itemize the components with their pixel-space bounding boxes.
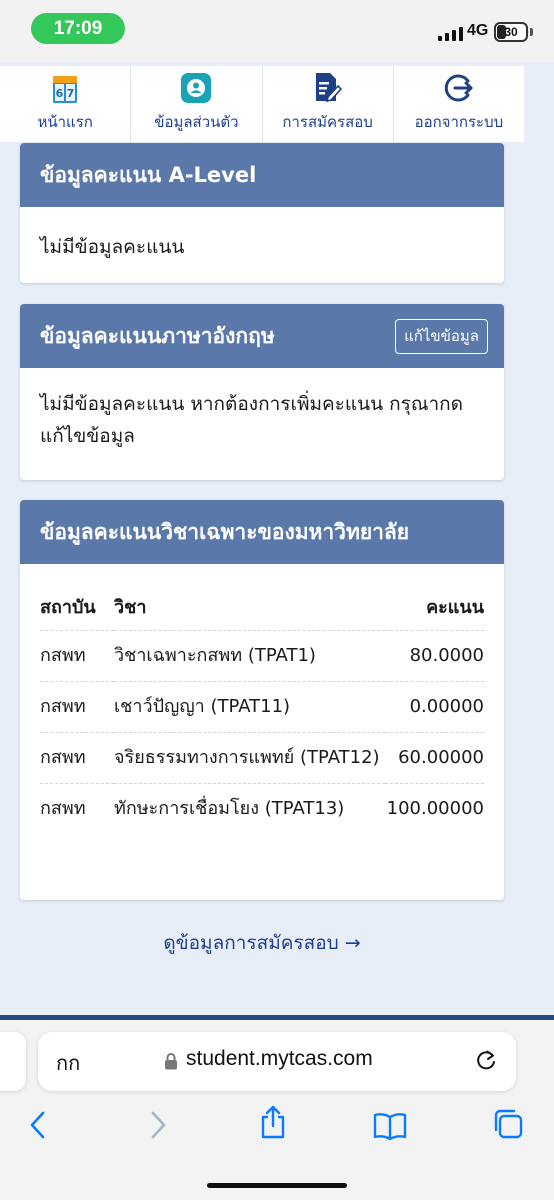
table-row: กสพท เชาว์ปัญญา (TPAT11) 0.00000 — [40, 681, 484, 733]
university-score-card: ข้อมูลคะแนนวิชาเฉพาะของมหาวิทยาลัย สถาบั… — [20, 500, 504, 900]
header-score: คะแนน — [384, 584, 484, 631]
reload-icon[interactable] — [475, 1048, 497, 1076]
edit-english-button[interactable]: แก้ไขข้อมูล — [395, 318, 488, 354]
calendar-number-left: 6 — [56, 87, 64, 100]
score-table-header-row: สถาบัน วิชา คะแนน — [40, 584, 484, 631]
view-application-link[interactable]: ดูข้อมูลการสมัครสอบ → — [0, 928, 524, 958]
english-score-card: ข้อมูลคะแนนภาษาอังกฤษ แก้ไขข้อมูล ไม่มีข… — [20, 304, 504, 480]
nav-logout[interactable]: ออกจากระบบ — [394, 66, 524, 142]
row-subject: ทักษะการเชื่อมโยง (TPAT13) — [114, 797, 345, 819]
bookmarks-icon[interactable] — [372, 1112, 408, 1144]
nav-profile[interactable]: ข้อมูลส่วนตัว — [131, 66, 263, 142]
network-type: 4G — [467, 22, 489, 39]
header-subject: วิชา — [114, 584, 385, 631]
score-table: สถาบัน วิชา คะแนน กสพท วิชาเฉพาะกสพท (TP… — [40, 584, 484, 834]
row-score: 60.00000 — [384, 732, 484, 784]
calendar-number-right: 7 — [67, 87, 75, 100]
nav-logout-label: ออกจากระบบ — [414, 113, 504, 131]
nav-home[interactable]: 6 7 หน้าแรก — [0, 66, 132, 142]
row-score: 80.0000 — [384, 630, 484, 682]
header-institution: สถาบัน — [40, 584, 114, 631]
row-subject: วิชาเฉพาะกสพท (TPAT1) — [114, 630, 385, 682]
calendar-icon: 6 7 — [49, 72, 81, 104]
back-icon[interactable] — [28, 1110, 48, 1144]
nav-profile-label: ข้อมูลส่วนตัว — [154, 113, 239, 131]
alevel-card-body: ไม่มีข้อมูลคะแนน — [40, 236, 185, 258]
forward-icon[interactable] — [148, 1110, 168, 1144]
row-institution: กสพท — [40, 732, 114, 784]
battery-nub — [530, 28, 533, 36]
alevel-card-title: ข้อมูลคะแนน A-Level — [40, 162, 257, 187]
english-card-header: ข้อมูลคะแนนภาษาอังกฤษ แก้ไขข้อมูล — [20, 304, 504, 368]
top-nav: 6 7 หน้าแรก ข้อมูลส่วนตัว การสมัครสอบ ออ… — [0, 66, 524, 142]
university-card-header: ข้อมูลคะแนนวิชาเฉพาะของมหาวิทยาลัย — [20, 500, 504, 564]
url-text: student.mytcas.com — [186, 1047, 373, 1070]
table-row: กสพท ทักษะการเชื่อมโยง (TPAT13) 100.0000… — [40, 783, 484, 834]
nav-home-label: หน้าแรก — [37, 113, 93, 131]
reader-settings-button[interactable]: กก — [56, 1047, 80, 1079]
row-institution: กสพท — [40, 630, 114, 682]
share-icon[interactable] — [258, 1104, 288, 1144]
cellular-signal-icon — [438, 25, 463, 41]
row-subject: เชาว์ปัญญา (TPAT11) — [114, 681, 385, 733]
english-card-title: ข้อมูลคะแนนภาษาอังกฤษ — [40, 323, 275, 348]
browser-toolbar: กก student.mytcas.com — [0, 1020, 554, 1200]
home-indicator — [207, 1183, 347, 1188]
row-score: 0.00000 — [384, 681, 484, 733]
row-score: 100.00000 — [386, 797, 484, 819]
university-card-title: ข้อมูลคะแนนวิชาเฉพาะของมหาวิทยาลัย — [40, 519, 410, 544]
row-institution: กสพท — [40, 681, 114, 733]
alevel-score-card: ข้อมูลคะแนน A-Level ไม่มีข้อมูลคะแนน — [20, 143, 504, 283]
row-institution: กสพท — [40, 797, 86, 819]
table-row: กสพท จริยธรรมทางการแพทย์ (TPAT12) 60.000… — [40, 732, 484, 784]
nav-exam-application[interactable]: การสมัครสอบ — [263, 66, 394, 142]
tabs-icon[interactable] — [492, 1108, 524, 1144]
battery-level: 30 — [504, 25, 518, 39]
nav-exam-application-label: การสมัครสอบ — [282, 113, 373, 131]
logout-icon — [443, 72, 475, 104]
profile-icon — [180, 72, 212, 104]
previous-tab-card[interactable] — [0, 1032, 26, 1091]
row-subject: จริยธรรมทางการแพทย์ (TPAT12) — [114, 732, 385, 784]
english-card-body: ไม่มีข้อมูลคะแนน หากต้องการเพิ่มคะแนน กร… — [40, 393, 464, 447]
address-bar[interactable]: กก student.mytcas.com — [38, 1032, 516, 1091]
exam-form-icon — [312, 72, 344, 104]
status-time: 17:09 — [31, 13, 125, 44]
battery-icon: 30 — [494, 22, 528, 42]
status-bar: 17:09 4G 30 — [0, 0, 554, 62]
lock-icon — [164, 1052, 178, 1074]
alevel-card-header: ข้อมูลคะแนน A-Level — [20, 143, 504, 207]
table-row: กสพท วิชาเฉพาะกสพท (TPAT1) 80.0000 — [40, 630, 484, 682]
